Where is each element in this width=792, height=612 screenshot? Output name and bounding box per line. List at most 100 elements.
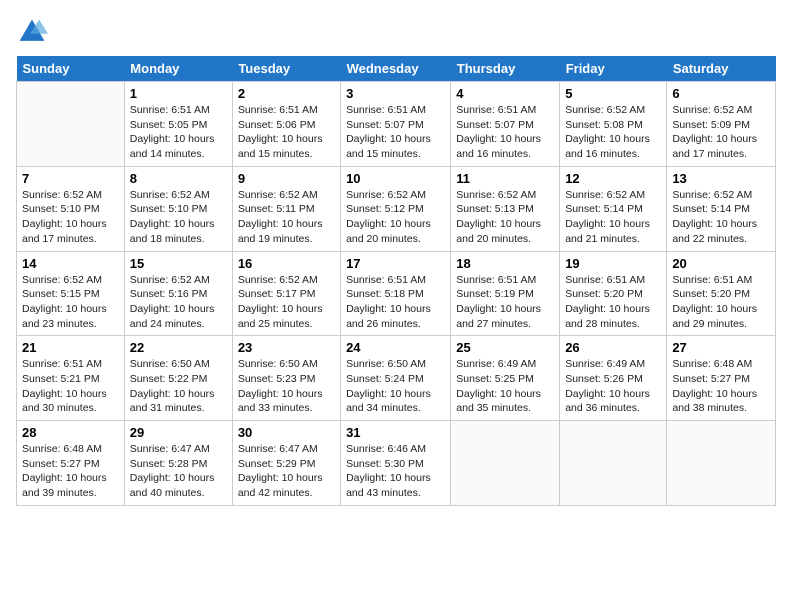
day-info: Sunrise: 6:52 AM Sunset: 5:14 PM Dayligh…	[565, 188, 661, 247]
calendar-cell: 29 Sunrise: 6:47 AM Sunset: 5:28 PM Dayli…	[124, 421, 232, 506]
logo-icon	[16, 16, 48, 48]
day-number: 20	[672, 256, 770, 271]
day-info: Sunrise: 6:51 AM Sunset: 5:20 PM Dayligh…	[565, 273, 661, 332]
day-info: Sunrise: 6:52 AM Sunset: 5:09 PM Dayligh…	[672, 103, 770, 162]
calendar-cell: 1 Sunrise: 6:51 AM Sunset: 5:05 PM Daylig…	[124, 82, 232, 167]
calendar-cell: 25 Sunrise: 6:49 AM Sunset: 5:25 PM Dayli…	[451, 336, 560, 421]
day-number: 1	[130, 86, 227, 101]
calendar-cell: 19 Sunrise: 6:51 AM Sunset: 5:20 PM Dayli…	[560, 251, 667, 336]
weekday-header-saturday: Saturday	[667, 56, 776, 82]
day-number: 14	[22, 256, 119, 271]
calendar-cell: 15Sunrise: 6:52 AM Sunset: 5:16 PM Dayli…	[124, 251, 232, 336]
calendar-table: SundayMondayTuesdayWednesdayThursdayFrid…	[16, 56, 776, 506]
calendar-cell: 5 Sunrise: 6:52 AM Sunset: 5:08 PM Daylig…	[560, 82, 667, 167]
day-number: 3	[346, 86, 445, 101]
day-number: 6	[672, 86, 770, 101]
day-info: Sunrise: 6:46 AM Sunset: 5:30 PM Dayligh…	[346, 442, 445, 501]
day-info: Sunrise: 6:51 AM Sunset: 5:06 PM Dayligh…	[238, 103, 335, 162]
calendar-cell: 10 Sunrise: 6:52 AM Sunset: 5:12 PM Dayli…	[341, 166, 451, 251]
day-number: 23	[238, 340, 335, 355]
calendar-cell: 27Sunrise: 6:48 AM Sunset: 5:27 PM Dayli…	[667, 336, 776, 421]
day-info: Sunrise: 6:49 AM Sunset: 5:26 PM Dayligh…	[565, 357, 661, 416]
calendar-cell: 6 Sunrise: 6:52 AM Sunset: 5:09 PM Daylig…	[667, 82, 776, 167]
day-info: Sunrise: 6:51 AM Sunset: 5:19 PM Dayligh…	[456, 273, 554, 332]
calendar-cell	[667, 421, 776, 506]
calendar-cell	[17, 82, 125, 167]
day-number: 19	[565, 256, 661, 271]
week-row-2: 7Sunrise: 6:52 AM Sunset: 5:10 PM Daylig…	[17, 166, 776, 251]
day-info: Sunrise: 6:48 AM Sunset: 5:27 PM Dayligh…	[22, 442, 119, 501]
day-info: Sunrise: 6:51 AM Sunset: 5:07 PM Dayligh…	[346, 103, 445, 162]
calendar-cell: 16 Sunrise: 6:52 AM Sunset: 5:17 PM Dayli…	[232, 251, 340, 336]
day-number: 26	[565, 340, 661, 355]
day-number: 24	[346, 340, 445, 355]
calendar-cell	[451, 421, 560, 506]
week-row-5: 28Sunrise: 6:48 AM Sunset: 5:27 PM Dayli…	[17, 421, 776, 506]
calendar-cell: 13 Sunrise: 6:52 AM Sunset: 5:14 PM Dayli…	[667, 166, 776, 251]
day-info: Sunrise: 6:50 AM Sunset: 5:23 PM Dayligh…	[238, 357, 335, 416]
calendar-cell: 4 Sunrise: 6:51 AM Sunset: 5:07 PM Daylig…	[451, 82, 560, 167]
weekday-header-row: SundayMondayTuesdayWednesdayThursdayFrid…	[17, 56, 776, 82]
weekday-header-thursday: Thursday	[451, 56, 560, 82]
calendar-cell: 8 Sunrise: 6:52 AM Sunset: 5:10 PM Daylig…	[124, 166, 232, 251]
day-info: Sunrise: 6:52 AM Sunset: 5:10 PM Dayligh…	[130, 188, 227, 247]
day-info: Sunrise: 6:52 AM Sunset: 5:11 PM Dayligh…	[238, 188, 335, 247]
calendar-cell: 24 Sunrise: 6:50 AM Sunset: 5:24 PM Dayli…	[341, 336, 451, 421]
day-info: Sunrise: 6:47 AM Sunset: 5:28 PM Dayligh…	[130, 442, 227, 501]
day-info: Sunrise: 6:52 AM Sunset: 5:08 PM Dayligh…	[565, 103, 661, 162]
weekday-header-friday: Friday	[560, 56, 667, 82]
calendar-cell: 14 Sunrise: 6:52 AM Sunset: 5:15 PM Dayli…	[17, 251, 125, 336]
day-info: Sunrise: 6:51 AM Sunset: 5:18 PM Dayligh…	[346, 273, 445, 332]
day-info: Sunrise: 6:47 AM Sunset: 5:29 PM Dayligh…	[238, 442, 335, 501]
weekday-header-tuesday: Tuesday	[232, 56, 340, 82]
day-info: Sunrise: 6:52 AM Sunset: 5:12 PM Dayligh…	[346, 188, 445, 247]
day-number: 16	[238, 256, 335, 271]
day-info: Sunrise: 6:48 AM Sunset: 5:27 PM Dayligh…	[672, 357, 770, 416]
calendar-cell: 21 Sunrise: 6:51 AM Sunset: 5:21 PM Dayli…	[17, 336, 125, 421]
day-number: 2	[238, 86, 335, 101]
day-number: 18	[456, 256, 554, 271]
calendar-cell: 9Sunrise: 6:52 AM Sunset: 5:11 PM Daylig…	[232, 166, 340, 251]
day-info: Sunrise: 6:52 AM Sunset: 5:14 PM Dayligh…	[672, 188, 770, 247]
weekday-header-monday: Monday	[124, 56, 232, 82]
calendar-cell: 28Sunrise: 6:48 AM Sunset: 5:27 PM Dayli…	[17, 421, 125, 506]
day-info: Sunrise: 6:52 AM Sunset: 5:10 PM Dayligh…	[22, 188, 119, 247]
day-info: Sunrise: 6:50 AM Sunset: 5:24 PM Dayligh…	[346, 357, 445, 416]
day-number: 15	[130, 256, 227, 271]
logo	[16, 16, 52, 48]
day-info: Sunrise: 6:52 AM Sunset: 5:13 PM Dayligh…	[456, 188, 554, 247]
day-info: Sunrise: 6:49 AM Sunset: 5:25 PM Dayligh…	[456, 357, 554, 416]
calendar-cell	[560, 421, 667, 506]
day-info: Sunrise: 6:51 AM Sunset: 5:05 PM Dayligh…	[130, 103, 227, 162]
day-info: Sunrise: 6:51 AM Sunset: 5:20 PM Dayligh…	[672, 273, 770, 332]
day-info: Sunrise: 6:51 AM Sunset: 5:07 PM Dayligh…	[456, 103, 554, 162]
weekday-header-sunday: Sunday	[17, 56, 125, 82]
day-number: 22	[130, 340, 227, 355]
week-row-3: 14 Sunrise: 6:52 AM Sunset: 5:15 PM Dayli…	[17, 251, 776, 336]
calendar-cell: 11 Sunrise: 6:52 AM Sunset: 5:13 PM Dayli…	[451, 166, 560, 251]
day-number: 8	[130, 171, 227, 186]
calendar-cell: 23 Sunrise: 6:50 AM Sunset: 5:23 PM Dayli…	[232, 336, 340, 421]
day-number: 4	[456, 86, 554, 101]
day-number: 17	[346, 256, 445, 271]
page-header	[16, 16, 776, 48]
day-info: Sunrise: 6:50 AM Sunset: 5:22 PM Dayligh…	[130, 357, 227, 416]
calendar-cell: 31Sunrise: 6:46 AM Sunset: 5:30 PM Dayli…	[341, 421, 451, 506]
day-info: Sunrise: 6:52 AM Sunset: 5:15 PM Dayligh…	[22, 273, 119, 332]
day-number: 25	[456, 340, 554, 355]
week-row-4: 21 Sunrise: 6:51 AM Sunset: 5:21 PM Dayli…	[17, 336, 776, 421]
calendar-cell: 17 Sunrise: 6:51 AM Sunset: 5:18 PM Dayli…	[341, 251, 451, 336]
day-number: 10	[346, 171, 445, 186]
day-number: 21	[22, 340, 119, 355]
calendar-cell: 3 Sunrise: 6:51 AM Sunset: 5:07 PM Daylig…	[341, 82, 451, 167]
day-number: 11	[456, 171, 554, 186]
day-info: Sunrise: 6:52 AM Sunset: 5:17 PM Dayligh…	[238, 273, 335, 332]
calendar-cell: 18 Sunrise: 6:51 AM Sunset: 5:19 PM Dayli…	[451, 251, 560, 336]
day-number: 13	[672, 171, 770, 186]
day-number: 5	[565, 86, 661, 101]
calendar-cell: 22 Sunrise: 6:50 AM Sunset: 5:22 PM Dayli…	[124, 336, 232, 421]
day-info: Sunrise: 6:51 AM Sunset: 5:21 PM Dayligh…	[22, 357, 119, 416]
day-number: 29	[130, 425, 227, 440]
calendar-cell: 2 Sunrise: 6:51 AM Sunset: 5:06 PM Daylig…	[232, 82, 340, 167]
calendar-cell: 30Sunrise: 6:47 AM Sunset: 5:29 PM Dayli…	[232, 421, 340, 506]
